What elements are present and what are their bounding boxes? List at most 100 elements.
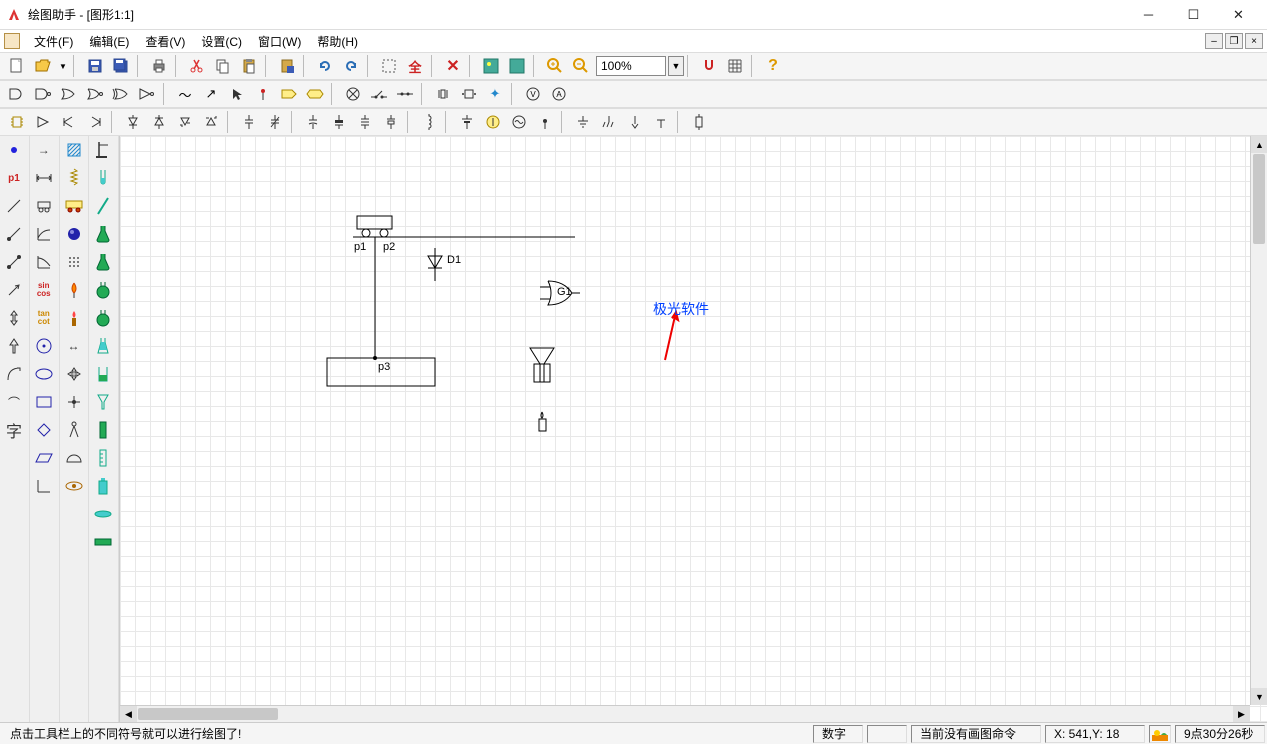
terminal-up-icon[interactable] [649, 110, 673, 134]
or-gate-icon[interactable] [57, 82, 81, 106]
dish-tool[interactable] [89, 500, 117, 528]
hexagon-icon[interactable] [303, 82, 327, 106]
menu-edit[interactable]: 编辑(E) [81, 31, 137, 52]
resistor-vert-icon[interactable] [687, 110, 711, 134]
and-gate-icon[interactable] [5, 82, 29, 106]
zoom-dropdown[interactable]: ▼ [668, 56, 684, 76]
torch-tool[interactable] [60, 304, 88, 332]
open-button[interactable] [31, 54, 55, 78]
testtube-tool[interactable] [89, 164, 117, 192]
diode-1-icon[interactable] [121, 110, 145, 134]
battery-icon[interactable] [455, 110, 479, 134]
move-tool[interactable] [60, 360, 88, 388]
pin-icon[interactable] [251, 82, 275, 106]
canvas-viewport[interactable]: p1 p2 p3 D1 G1 极光软件 ▲ ▼ ◀ ▶ [120, 136, 1267, 722]
grid-dots-tool[interactable] [60, 248, 88, 276]
cap-fixed-icon[interactable] [237, 110, 261, 134]
circle-dot-tool[interactable] [30, 332, 58, 360]
not-gate-icon[interactable] [135, 82, 159, 106]
arrow-h-tool[interactable]: ↔ [60, 332, 88, 360]
tancot-tool[interactable]: tancot [30, 304, 58, 332]
scroll-right-button[interactable]: ▶ [1233, 706, 1250, 722]
scroll-up-button[interactable]: ▲ [1251, 136, 1267, 153]
round-flask2-tool[interactable] [89, 304, 117, 332]
scrollbar-horizontal[interactable]: ◀ ▶ [120, 705, 1250, 722]
mdi-close[interactable]: × [1245, 33, 1263, 49]
wagon-tool[interactable] [60, 192, 88, 220]
compass-tool[interactable] [60, 416, 88, 444]
voltmeter-icon[interactable]: V [521, 82, 545, 106]
switch-open-icon[interactable] [367, 82, 391, 106]
flame-tool[interactable] [60, 276, 88, 304]
redo-button[interactable] [339, 54, 363, 78]
ball-tool[interactable] [60, 220, 88, 248]
line-tool[interactable] [0, 192, 28, 220]
zoom-out-button[interactable] [569, 54, 593, 78]
cap-polar-1-icon[interactable] [301, 110, 325, 134]
cut-button[interactable] [185, 54, 209, 78]
cap-polar-3-icon[interactable] [353, 110, 377, 134]
zoom-input[interactable]: 100% [596, 56, 666, 76]
ray-tool[interactable] [0, 220, 28, 248]
scrollbar-vertical[interactable]: ▲ ▼ [1250, 136, 1267, 705]
print-button[interactable] [147, 54, 171, 78]
lamp-icon[interactable] [341, 82, 365, 106]
mdi-minimize[interactable]: – [1205, 33, 1223, 49]
mdi-restore[interactable]: ❐ [1225, 33, 1243, 49]
hatch-tool[interactable] [60, 136, 88, 164]
spring-tool[interactable] [60, 164, 88, 192]
funnel-tool[interactable] [89, 388, 117, 416]
undo-button[interactable] [313, 54, 337, 78]
terminal-down-icon[interactable] [623, 110, 647, 134]
image-tool-2[interactable] [505, 54, 529, 78]
help-button[interactable]: ? [761, 54, 785, 78]
scroll-h-thumb[interactable] [138, 708, 278, 720]
point-label-tool[interactable]: p1 [0, 164, 28, 192]
zener-1-icon[interactable] [173, 110, 197, 134]
segment-tool[interactable] [0, 248, 28, 276]
save-all-button[interactable] [109, 54, 133, 78]
maximize-button[interactable]: ☐ [1171, 1, 1216, 29]
rect-tool[interactable] [30, 388, 58, 416]
stand-tool[interactable] [89, 136, 117, 164]
testtube2-tool[interactable] [89, 192, 117, 220]
save-button[interactable] [83, 54, 107, 78]
menu-file[interactable]: 文件(F) [26, 31, 81, 52]
snap-button[interactable] [697, 54, 721, 78]
graph-tool[interactable] [30, 220, 58, 248]
source-ac-icon[interactable] [507, 110, 531, 134]
open-dropdown[interactable]: ▼ [57, 54, 69, 78]
menu-help[interactable]: 帮助(H) [309, 31, 366, 52]
diode-2-icon[interactable] [147, 110, 171, 134]
spark-icon[interactable]: ✦ [483, 82, 507, 106]
ic-chip-icon[interactable] [5, 110, 29, 134]
scroll-down-button[interactable]: ▼ [1251, 688, 1267, 705]
flask-green-tool[interactable] [89, 220, 117, 248]
beaker-tool[interactable] [89, 360, 117, 388]
switch-closed-icon[interactable] [393, 82, 417, 106]
vector-tool[interactable] [0, 276, 28, 304]
diode-left-icon[interactable] [57, 110, 81, 134]
protractor-tool[interactable] [60, 444, 88, 472]
parallelogram-tool[interactable] [30, 444, 58, 472]
chassis-ground-icon[interactable] [597, 110, 621, 134]
erlenmeyer-tool[interactable] [89, 332, 117, 360]
wire-icon[interactable]: 〜 [173, 82, 197, 106]
diode-right-icon[interactable] [83, 110, 107, 134]
curve-tool[interactable] [0, 360, 28, 388]
nor-gate-icon[interactable] [83, 82, 107, 106]
dimension-tool[interactable] [30, 164, 58, 192]
buffer-icon[interactable] [31, 110, 55, 134]
paste-button[interactable] [237, 54, 261, 78]
sincos-tool[interactable]: sincos [30, 276, 58, 304]
text-tool[interactable]: 字 [0, 416, 28, 444]
nand-gate-icon[interactable] [31, 82, 55, 106]
zoom-in-button[interactable] [543, 54, 567, 78]
cap-var-icon[interactable] [263, 110, 287, 134]
zener-2-icon[interactable] [199, 110, 223, 134]
graph2-tool[interactable] [30, 248, 58, 276]
minimize-button[interactable]: ─ [1126, 1, 1171, 29]
menu-window[interactable]: 窗口(W) [250, 31, 309, 52]
inductor-icon[interactable] [417, 110, 441, 134]
image-tool-1[interactable] [479, 54, 503, 78]
